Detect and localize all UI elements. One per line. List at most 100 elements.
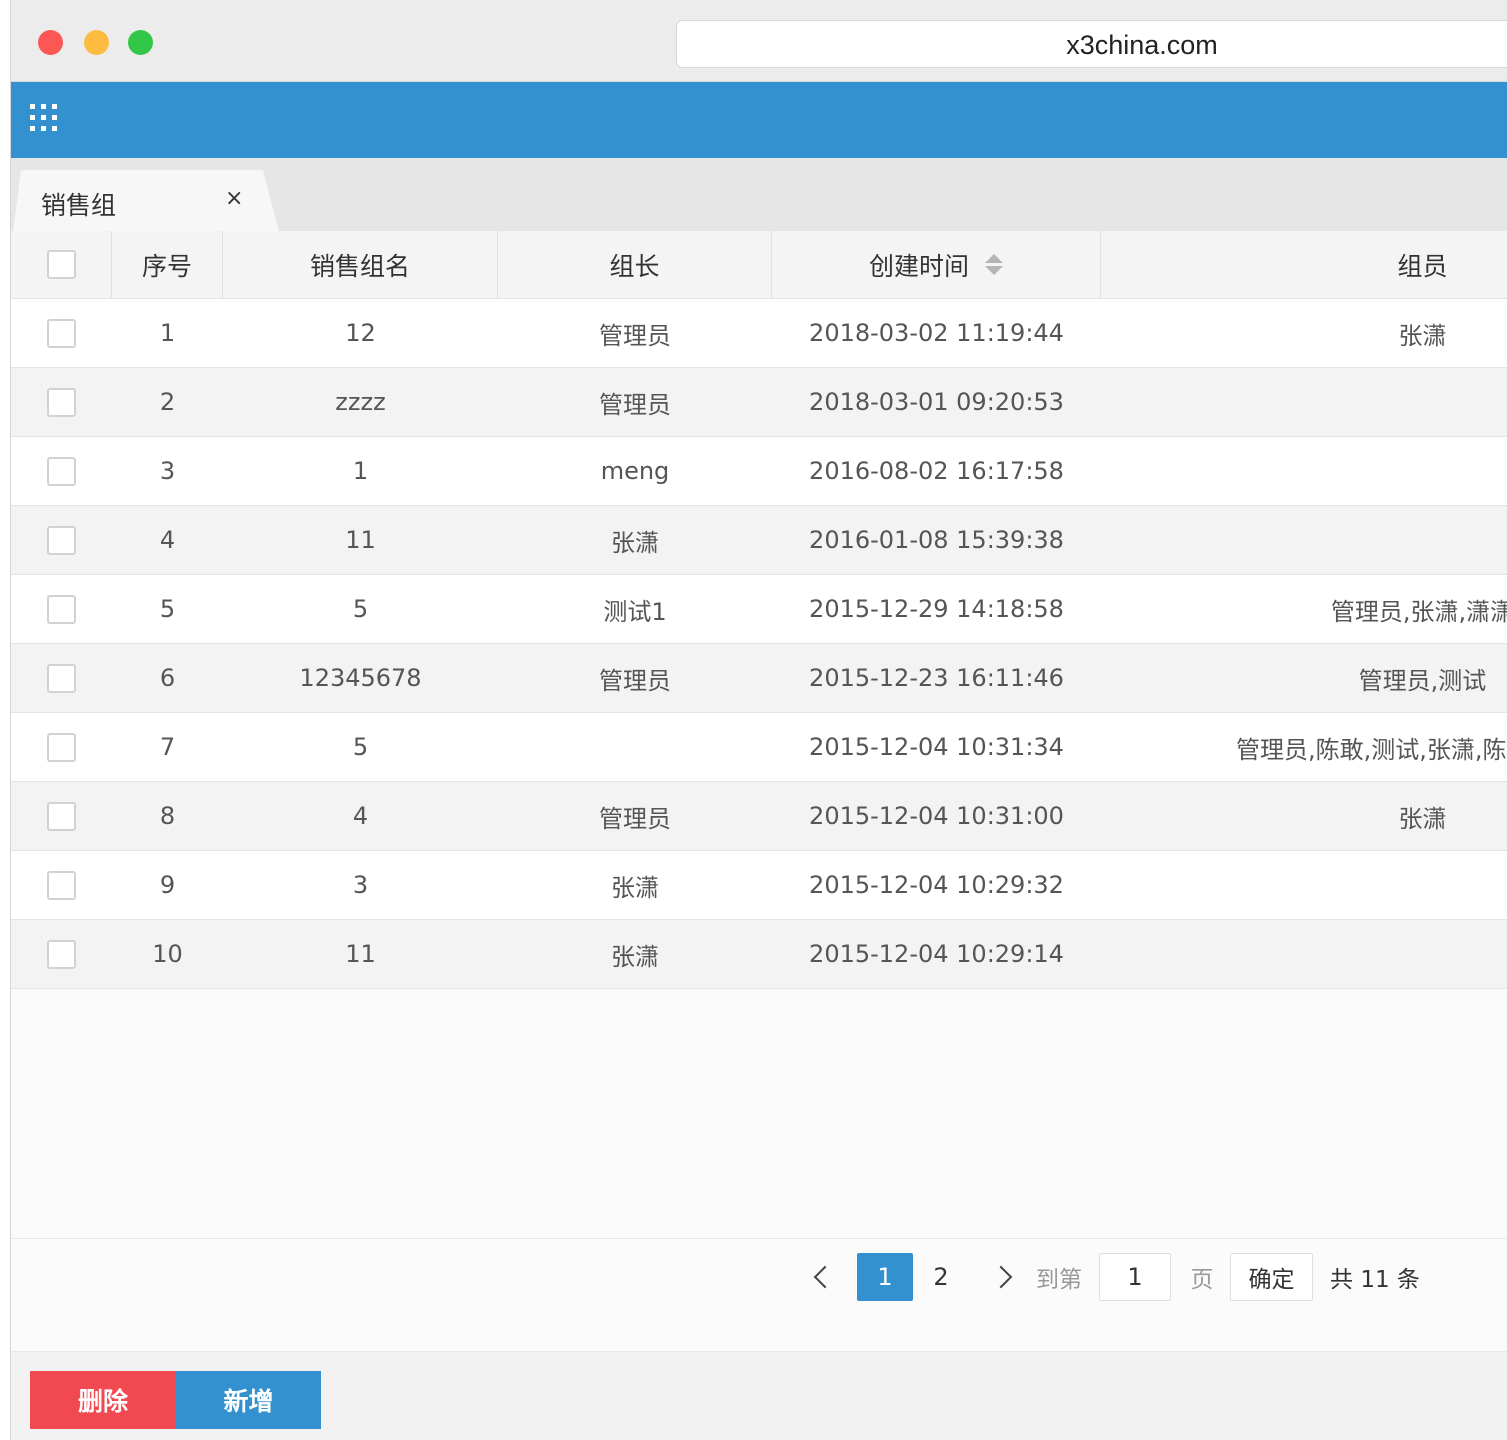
- cell-created-time: 2016-08-02 16:17:58: [809, 457, 1064, 485]
- column-header-created-time[interactable]: 创建时间: [772, 231, 1101, 298]
- cell-leader: meng: [600, 457, 670, 485]
- row-select-cell: [11, 506, 112, 574]
- page-button-1[interactable]: 1: [857, 1253, 913, 1301]
- pagination-bar: 1 2 到第 1 页 确定 共 11 条: [11, 1238, 1507, 1352]
- row-checkbox[interactable]: [47, 801, 76, 831]
- title-bar: x3china.com: [11, 0, 1507, 82]
- cell-index: 7: [159, 733, 176, 761]
- column-header-members[interactable]: 组员: [1101, 231, 1507, 298]
- table-row[interactable]: 2 zzzz 管理员 2018-03-01 09:20:53: [11, 368, 1507, 437]
- cell-leader: 管理员: [599, 321, 671, 350]
- cell-members: [1101, 920, 1507, 988]
- row-select-cell: [11, 713, 112, 781]
- cell-index: 3: [159, 457, 176, 485]
- cell-group-name: 3: [352, 871, 369, 899]
- row-select-cell: [11, 851, 112, 919]
- maximize-window-button[interactable]: [128, 30, 153, 55]
- row-checkbox[interactable]: [47, 318, 76, 348]
- row-checkbox[interactable]: [47, 387, 76, 417]
- row-checkbox[interactable]: [47, 594, 76, 624]
- column-header-leader[interactable]: 组长: [498, 231, 772, 298]
- table-row[interactable]: 7 5 2015-12-04 10:31:34 管理员,陈敢,测试,张潇,陈冉,潇潇1…: [11, 713, 1507, 782]
- total-count: 共 11 条: [1330, 1267, 1420, 1293]
- row-select-cell: [11, 782, 112, 850]
- delete-button[interactable]: 删除: [30, 1371, 176, 1429]
- select-all-checkbox[interactable]: [46, 250, 76, 279]
- cell-leader: 管理员: [599, 804, 671, 833]
- table-row[interactable]: 4 11 张潇 2016-01-08 15:39:38: [11, 506, 1507, 575]
- cell-members: 管理员,张潇,潇潇: [1330, 597, 1507, 626]
- cell-members: [1101, 368, 1507, 436]
- cell-group-name: 12: [345, 319, 376, 347]
- table-row[interactable]: 10 11 张潇 2015-12-04 10:29:14: [11, 920, 1507, 989]
- table-row[interactable]: 5 5 测试1 2015-12-29 14:18:58 管理员,张潇,潇潇: [11, 575, 1507, 644]
- cell-members: 张潇: [1398, 804, 1447, 833]
- minimize-window-button[interactable]: [84, 30, 109, 55]
- sort-icon[interactable]: [985, 253, 1003, 277]
- next-page-icon[interactable]: [989, 1253, 1019, 1301]
- cell-created-time: 2016-01-08 15:39:38: [809, 526, 1064, 554]
- table-row[interactable]: 9 3 张潇 2015-12-04 10:29:32: [11, 851, 1507, 920]
- table-row[interactable]: 8 4 管理员 2015-12-04 10:31:00 张潇: [11, 782, 1507, 851]
- cell-leader: 张潇: [611, 942, 659, 971]
- cell-leader: 管理员: [599, 666, 671, 695]
- cell-leader: 管理员: [599, 390, 671, 419]
- cell-members: [1101, 437, 1507, 505]
- cell-created-time: 2018-03-01 09:20:53: [809, 388, 1064, 416]
- action-footer: 删除 新增: [11, 1352, 1507, 1440]
- cell-group-name: 1: [352, 457, 369, 485]
- cell-group-name: 5: [352, 595, 369, 623]
- sales-group-table: 序号 销售组名 组长 创建时间 组员 1 12 管理员 2018-03-02 11:1…: [11, 231, 1507, 989]
- table-row[interactable]: 6 12345678 管理员 2015-12-23 16:11:46 管理员,测试: [11, 644, 1507, 713]
- cell-created-time: 2015-12-29 14:18:58: [809, 595, 1064, 623]
- cell-index: 2: [159, 388, 176, 416]
- cell-group-name: 4: [352, 802, 369, 830]
- cell-created-time: 2015-12-04 10:31:34: [809, 733, 1064, 761]
- goto-label: 到第: [1036, 1267, 1082, 1293]
- cell-members: [1101, 851, 1507, 919]
- cell-members: [1101, 506, 1507, 574]
- table-row[interactable]: 1 12 管理员 2018-03-02 11:19:44 张潇: [11, 299, 1507, 368]
- apps-grid-icon[interactable]: [30, 104, 58, 132]
- row-checkbox[interactable]: [47, 732, 76, 762]
- cell-leader: 张潇: [611, 873, 659, 902]
- confirm-goto-button[interactable]: 确定: [1230, 1253, 1313, 1301]
- cell-index: 9: [159, 871, 176, 899]
- tab-strip: 销售组 ×: [11, 158, 1507, 232]
- row-select-cell: [11, 368, 112, 436]
- tab-sales-group[interactable]: 销售组 ×: [13, 170, 279, 232]
- cell-leader: 张潇: [611, 528, 659, 557]
- cell-leader: 测试1: [603, 597, 667, 626]
- row-checkbox[interactable]: [47, 870, 76, 900]
- close-window-button[interactable]: [38, 30, 63, 55]
- cell-created-time: 2015-12-04 10:31:00: [809, 802, 1064, 830]
- table-row[interactable]: 3 1 meng 2016-08-02 16:17:58: [11, 437, 1507, 506]
- address-bar[interactable]: x3china.com: [676, 20, 1507, 68]
- cell-index: 4: [159, 526, 176, 554]
- column-header-group-name[interactable]: 销售组名: [223, 231, 498, 298]
- tab-label: 销售组: [41, 191, 117, 220]
- browser-window: x3china.com 销售组 × 序号 销售组名 组长 创建时间 组员 1 1…: [10, 0, 1507, 1440]
- add-button[interactable]: 新增: [176, 1371, 321, 1429]
- cell-created-time: 2018-03-02 11:19:44: [809, 319, 1064, 347]
- cell-group-name: zzzz: [335, 388, 386, 416]
- row-checkbox[interactable]: [47, 939, 76, 969]
- row-checkbox[interactable]: [47, 525, 76, 555]
- row-select-cell: [11, 299, 112, 367]
- row-checkbox[interactable]: [47, 663, 76, 693]
- prev-page-icon[interactable]: [807, 1253, 837, 1301]
- cell-index: 5: [159, 595, 176, 623]
- row-select-cell: [11, 644, 112, 712]
- cell-index: 8: [159, 802, 176, 830]
- cell-members: 张潇: [1398, 321, 1447, 350]
- row-checkbox[interactable]: [47, 456, 76, 486]
- page-button-2[interactable]: 2: [923, 1253, 959, 1301]
- column-header-index[interactable]: 序号: [112, 231, 223, 298]
- cell-group-name: 11: [345, 526, 376, 554]
- goto-page-input[interactable]: 1: [1099, 1253, 1171, 1301]
- cell-index: 10: [152, 940, 183, 968]
- row-select-cell: [11, 575, 112, 643]
- cell-leader: [498, 713, 772, 781]
- close-icon[interactable]: ×: [225, 186, 243, 211]
- header-select-cell: [11, 231, 112, 298]
